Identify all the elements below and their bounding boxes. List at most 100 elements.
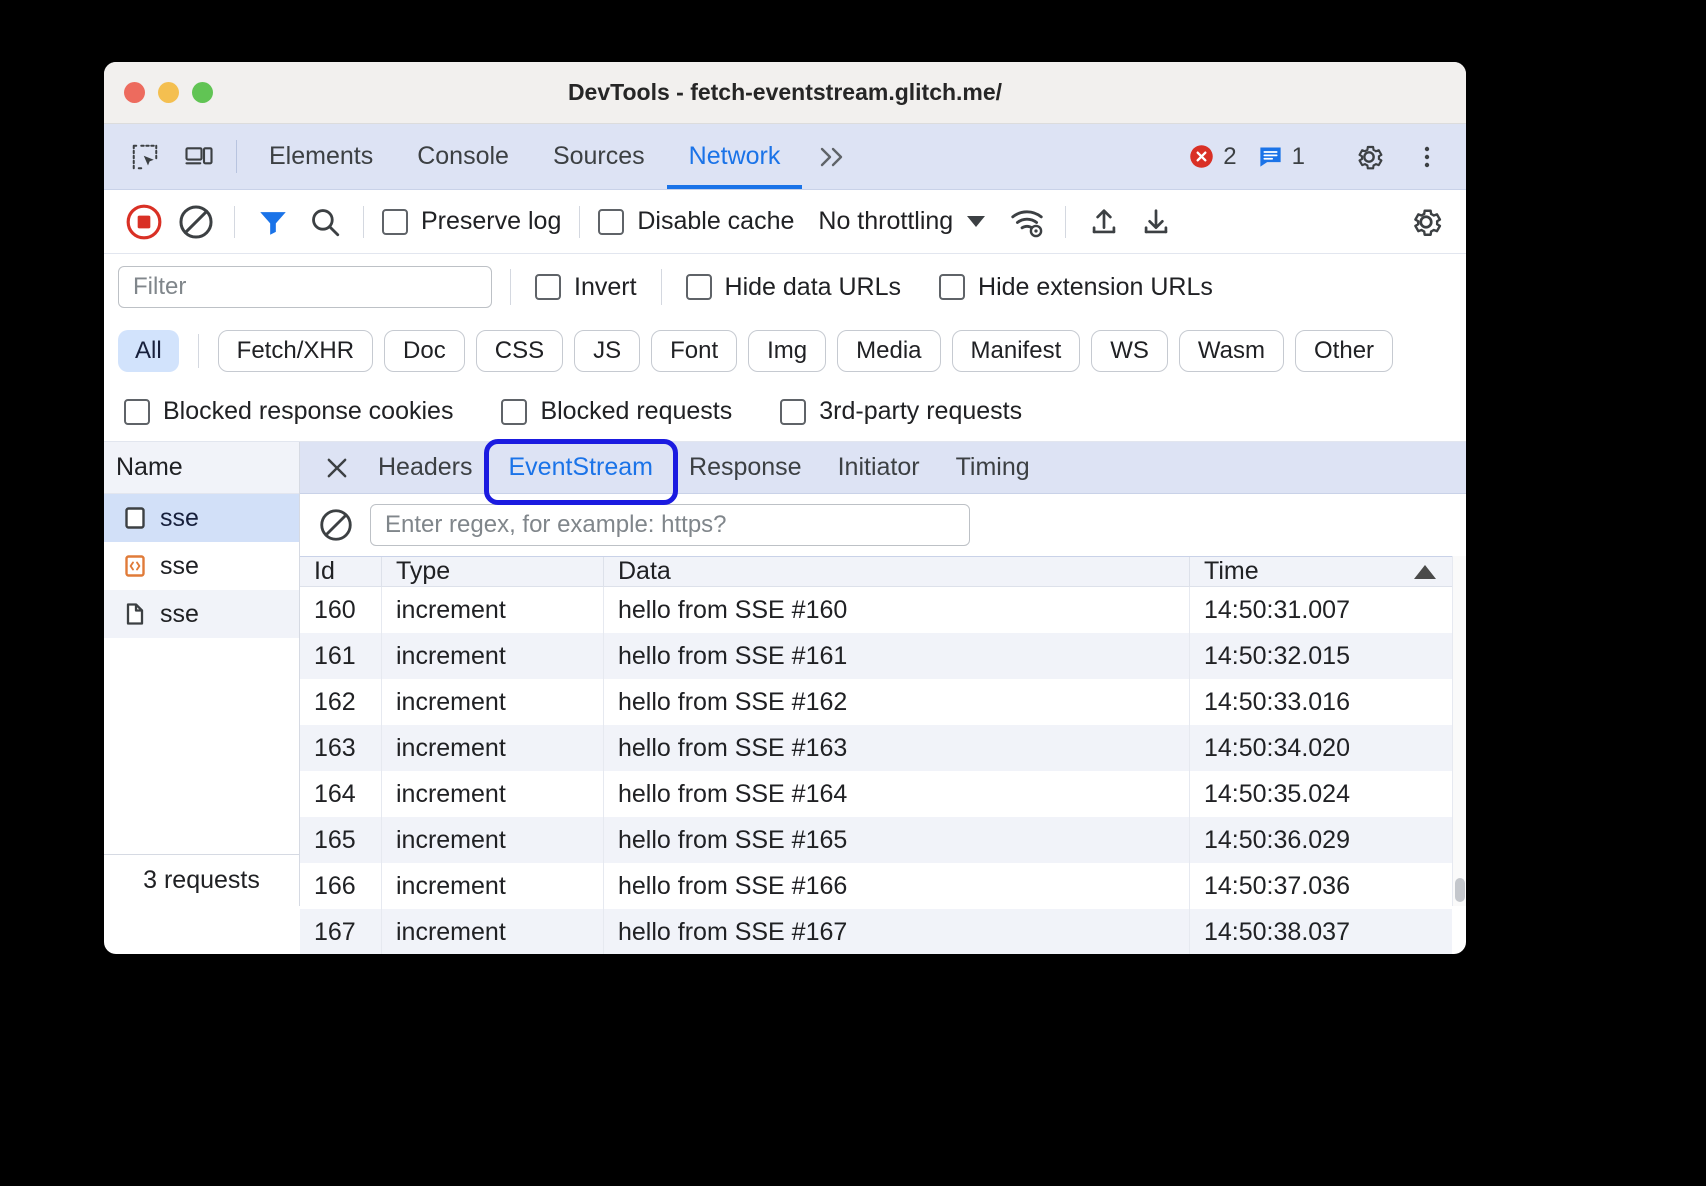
invert-checkbox[interactable]: Invert	[529, 273, 643, 302]
disable-cache-checkbox[interactable]: Disable cache	[592, 207, 800, 236]
search-icon[interactable]	[299, 196, 351, 248]
request-row-1[interactable]: sse	[104, 542, 299, 590]
filter-bar: Invert Hide data URLs Hide extension URL…	[104, 254, 1466, 320]
chip-js-label: JS	[593, 337, 621, 365]
eventstream-cell-id: 166	[300, 863, 382, 909]
detail-tab-headers[interactable]: Headers	[360, 442, 491, 494]
chip-manifest[interactable]: Manifest	[952, 330, 1081, 372]
eventstream-cell-type: increment	[382, 725, 604, 771]
request-row-2[interactable]: sse	[104, 590, 299, 638]
message-badge[interactable]: 1	[1249, 143, 1313, 171]
hide-extension-urls-label: Hide extension URLs	[978, 273, 1213, 302]
close-window-button[interactable]	[124, 82, 145, 103]
eventstream-row[interactable]: 160incrementhello from SSE #16014:50:31.…	[300, 587, 1452, 633]
disable-cache-checkbox-box[interactable]	[598, 209, 624, 235]
inspect-element-icon[interactable]	[118, 124, 172, 189]
hide-extension-urls-checkbox[interactable]: Hide extension URLs	[933, 273, 1219, 302]
chip-wasm[interactable]: Wasm	[1179, 330, 1284, 372]
tab-network[interactable]: Network	[667, 124, 803, 189]
preserve-log-checkbox-box[interactable]	[382, 209, 408, 235]
chip-other[interactable]: Other	[1295, 330, 1393, 372]
hide-data-urls-checkbox[interactable]: Hide data URLs	[680, 273, 907, 302]
chip-font[interactable]: Font	[651, 330, 737, 372]
settings-gear-icon[interactable]	[1342, 141, 1396, 173]
tab-console-label: Console	[417, 142, 509, 171]
more-options-kebab-icon[interactable]	[1400, 143, 1454, 171]
import-har-icon[interactable]	[1078, 196, 1130, 248]
tab-strip-divider	[236, 140, 237, 173]
eventstream-scrollbar[interactable]	[1452, 556, 1466, 906]
tab-elements[interactable]: Elements	[247, 124, 395, 189]
chip-js[interactable]: JS	[574, 330, 640, 372]
column-header-time[interactable]: Time	[1190, 557, 1452, 586]
tab-console[interactable]: Console	[395, 124, 531, 189]
request-list-name-column-header[interactable]: Name	[104, 442, 299, 494]
eventstream-cell-type: increment	[382, 817, 604, 863]
network-conditions-icon[interactable]	[1001, 196, 1053, 248]
eventstream-cell-type: increment	[382, 679, 604, 725]
chip-ws[interactable]: WS	[1091, 330, 1168, 372]
eventstream-cell-data: hello from SSE #161	[604, 633, 1190, 679]
throttling-dropdown[interactable]: No throttling	[818, 207, 985, 236]
third-party-requests-checkbox-box[interactable]	[780, 399, 806, 425]
more-tabs-chevron-icon[interactable]	[802, 124, 864, 189]
eventstream-row[interactable]: 164incrementhello from SSE #16414:50:35.…	[300, 771, 1452, 817]
hide-data-urls-checkbox-box[interactable]	[686, 274, 712, 300]
filter-input[interactable]	[118, 266, 492, 308]
export-har-icon[interactable]	[1130, 196, 1182, 248]
column-header-data[interactable]: Data	[604, 557, 1190, 586]
blocked-requests-checkbox[interactable]: Blocked requests	[495, 397, 738, 426]
clear-network-log-button[interactable]	[170, 196, 222, 248]
third-party-requests-checkbox[interactable]: 3rd-party requests	[774, 397, 1028, 426]
detail-tab-response[interactable]: Response	[671, 442, 820, 494]
error-badge[interactable]: 2	[1180, 143, 1244, 171]
maximize-window-button[interactable]	[192, 82, 213, 103]
blocked-requests-checkbox-box[interactable]	[501, 399, 527, 425]
chip-media[interactable]: Media	[837, 330, 940, 372]
eventstream-filter-row	[300, 494, 1466, 556]
detail-tab-initiator[interactable]: Initiator	[820, 442, 938, 494]
network-settings-gear-icon[interactable]	[1400, 196, 1452, 248]
chip-img[interactable]: Img	[748, 330, 826, 372]
close-detail-pane-icon[interactable]	[314, 445, 360, 491]
blocked-response-cookies-checkbox-box[interactable]	[124, 399, 150, 425]
request-detail-pane: Headers EventStream Response Initiator T…	[300, 442, 1466, 906]
eventstream-table-wrapper: Id Type Data Time 160increment	[300, 556, 1466, 906]
eventstream-cell-data: hello from SSE #162	[604, 679, 1190, 725]
detail-tab-eventstream[interactable]: EventStream	[491, 442, 672, 494]
eventstream-row[interactable]: 167incrementhello from SSE #16714:50:38.…	[300, 909, 1452, 954]
chip-doc[interactable]: Doc	[384, 330, 465, 372]
eventstream-row[interactable]: 163incrementhello from SSE #16314:50:34.…	[300, 725, 1452, 771]
eventstream-cell-id: 165	[300, 817, 382, 863]
chip-img-label: Img	[767, 337, 807, 365]
filter-funnel-icon[interactable]	[247, 196, 299, 248]
eventstream-row[interactable]: 162incrementhello from SSE #16214:50:33.…	[300, 679, 1452, 725]
eventstream-scrollbar-thumb[interactable]	[1455, 878, 1465, 902]
clear-eventstream-icon[interactable]	[318, 507, 354, 543]
request-row-0[interactable]: sse	[104, 494, 299, 542]
eventstream-row[interactable]: 166incrementhello from SSE #16614:50:37.…	[300, 863, 1452, 909]
preserve-log-checkbox[interactable]: Preserve log	[376, 207, 567, 236]
toolbar-divider-2	[363, 206, 364, 238]
eventstream-regex-input[interactable]	[370, 504, 970, 546]
eventstream-cell-time: 14:50:35.024	[1190, 771, 1452, 817]
detail-tab-timing[interactable]: Timing	[938, 442, 1048, 494]
sort-ascending-icon	[1414, 565, 1436, 579]
invert-checkbox-box[interactable]	[535, 274, 561, 300]
chip-css[interactable]: CSS	[476, 330, 563, 372]
eventstream-row[interactable]: 165incrementhello from SSE #16514:50:36.…	[300, 817, 1452, 863]
throttling-value: No throttling	[818, 207, 953, 236]
tab-sources[interactable]: Sources	[531, 124, 667, 189]
chip-all[interactable]: All	[118, 330, 179, 372]
hide-extension-urls-checkbox-box[interactable]	[939, 274, 965, 300]
column-header-id[interactable]: Id	[300, 557, 382, 586]
chip-other-label: Other	[1314, 337, 1374, 365]
blocked-response-cookies-checkbox[interactable]: Blocked response cookies	[118, 397, 459, 426]
device-toolbar-icon[interactable]	[172, 124, 226, 189]
minimize-window-button[interactable]	[158, 82, 179, 103]
column-header-type[interactable]: Type	[382, 557, 604, 586]
chip-fetch-xhr[interactable]: Fetch/XHR	[218, 330, 373, 372]
record-stop-button[interactable]	[118, 196, 170, 248]
window-title: DevTools - fetch-eventstream.glitch.me/	[104, 79, 1466, 106]
eventstream-row[interactable]: 161incrementhello from SSE #16114:50:32.…	[300, 633, 1452, 679]
